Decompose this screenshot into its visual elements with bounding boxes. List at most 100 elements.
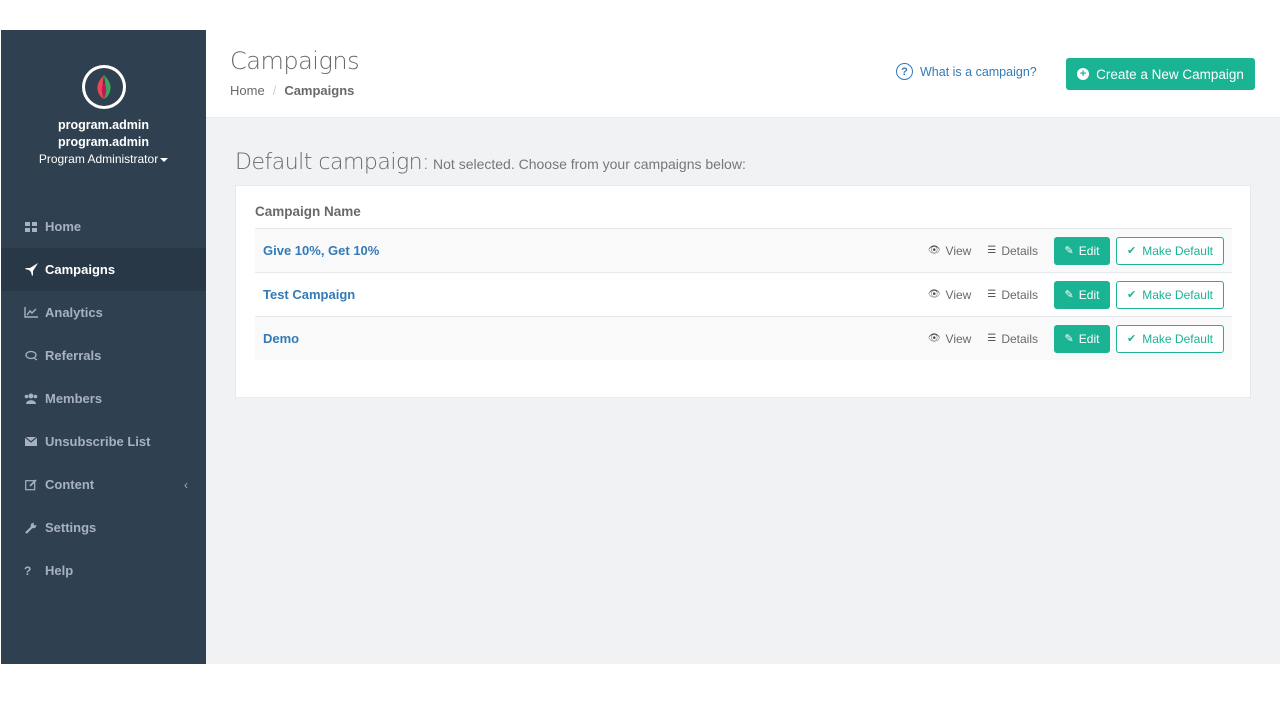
campaigns-table: Give 10%, Get 10% 👁 View ☰ Details ✎ Edit ✔…: [255, 228, 1232, 360]
app-container: program.admin program.admin Program Admi…: [1, 30, 1280, 664]
sidebar-item-home[interactable]: Home: [1, 205, 206, 248]
brand-logo[interactable]: [81, 65, 126, 109]
breadcrumb-current: Campaigns: [284, 83, 355, 98]
sidebar-item-label: Members: [45, 391, 103, 406]
th-large-icon: [24, 220, 38, 234]
list-icon: ☰: [987, 333, 997, 344]
view-label: View: [945, 287, 972, 302]
campaign-name-link[interactable]: Test Campaign: [263, 287, 355, 302]
pencil-icon: ✎: [1064, 333, 1074, 345]
details-label: Details: [1001, 243, 1038, 258]
sidebar-item-campaigns[interactable]: Campaigns: [1, 248, 206, 291]
sidebar: program.admin program.admin Program Admi…: [1, 30, 206, 664]
sidebar-item-label: Analytics: [45, 305, 103, 320]
create-campaign-button[interactable]: + Create a New Campaign: [1066, 58, 1255, 90]
sidebar-item-label: Referrals: [45, 348, 102, 363]
chevron-left-icon: ‹: [184, 477, 188, 492]
breadcrumb-separator: /: [272, 83, 277, 98]
edit-label: Edit: [1078, 331, 1100, 346]
row-actions: 👁 View ☰ Details ✎ Edit ✔ Make Default: [928, 324, 1224, 353]
view-link[interactable]: 👁 View: [928, 332, 972, 346]
table-row: Demo 👁 View ☰ Details ✎ Edit ✔ Make Default: [255, 316, 1232, 360]
view-link[interactable]: 👁 View: [928, 288, 972, 302]
check-icon: ✔: [1127, 289, 1137, 301]
flame-icon: [84, 68, 123, 106]
default-campaign-title: Default campaign:: [235, 150, 430, 175]
view-link[interactable]: 👁 View: [928, 244, 972, 258]
edit-button[interactable]: ✎ Edit: [1054, 324, 1110, 353]
pencil-icon: ✎: [1064, 289, 1074, 301]
users-icon: [24, 392, 38, 406]
question-icon: ?: [24, 563, 32, 578]
pencil-icon: ✎: [1064, 245, 1074, 257]
details-label: Details: [1001, 331, 1038, 346]
sidebar-item-help[interactable]: ? Help: [1, 549, 206, 592]
eye-icon: 👁: [927, 333, 941, 344]
sidebar-item-content[interactable]: Content ‹: [1, 463, 206, 506]
page-title: Campaigns: [230, 47, 360, 75]
sidebar-item-members[interactable]: Members: [1, 377, 206, 420]
breadcrumb-home[interactable]: Home: [230, 83, 265, 98]
rocket-icon: [24, 263, 38, 277]
breadcrumb: Home / Campaigns: [230, 83, 354, 98]
wrench-icon: [24, 521, 38, 535]
make-default-label: Make Default: [1142, 331, 1213, 346]
campaigns-panel: Campaign Name Give 10%, Get 10% 👁 View ☰ D…: [235, 185, 1251, 398]
check-icon: ✔: [1127, 333, 1137, 345]
sidebar-item-label: Home: [45, 219, 82, 234]
eye-icon: 👁: [927, 289, 941, 300]
make-default-label: Make Default: [1142, 243, 1213, 258]
user-role-dropdown[interactable]: Program Administrator: [1, 151, 206, 168]
page-header: Campaigns Home / Campaigns ? What is a cam…: [206, 30, 1280, 118]
details-label: Details: [1001, 287, 1038, 302]
campaign-name-link[interactable]: Demo: [263, 331, 299, 346]
user-name-line2: program.admin: [58, 135, 149, 149]
sidebar-item-referrals[interactable]: Referrals: [1, 334, 206, 377]
user-role-label: Program Administrator: [38, 152, 159, 166]
details-link[interactable]: ☰ Details: [987, 244, 1038, 258]
sidebar-item-settings[interactable]: Settings: [1, 506, 206, 549]
help-link-label: What is a campaign?: [920, 64, 1037, 79]
make-default-button[interactable]: ✔ Make Default: [1116, 280, 1224, 309]
envelope-icon: [24, 435, 38, 449]
sidebar-item-label: Help: [45, 563, 74, 578]
sidebar-nav: Home Campaigns Analytics Referrals Membe…: [1, 205, 206, 592]
list-icon: ☰: [987, 289, 997, 300]
what-is-campaign-link[interactable]: ? What is a campaign?: [896, 63, 1037, 80]
user-name-line1: program.admin: [58, 118, 149, 132]
create-campaign-label: Create a New Campaign: [1096, 66, 1244, 82]
edit-label: Edit: [1078, 287, 1100, 302]
check-icon: ✔: [1127, 245, 1137, 257]
profile-section: program.admin program.admin Program Admi…: [1, 30, 206, 205]
edit-icon: [24, 478, 38, 492]
comments-icon: [24, 349, 38, 363]
make-default-label: Make Default: [1142, 287, 1213, 302]
details-link[interactable]: ☰ Details: [987, 288, 1038, 302]
table-row: Give 10%, Get 10% 👁 View ☰ Details ✎ Edit ✔…: [255, 228, 1232, 272]
edit-button[interactable]: ✎ Edit: [1054, 280, 1110, 309]
sidebar-item-analytics[interactable]: Analytics: [1, 291, 206, 334]
make-default-button[interactable]: ✔ Make Default: [1116, 324, 1224, 353]
line-chart-icon: [24, 306, 38, 320]
view-label: View: [945, 243, 972, 258]
sidebar-item-unsubscribe-list[interactable]: Unsubscribe List: [1, 420, 206, 463]
make-default-button[interactable]: ✔ Make Default: [1116, 236, 1224, 265]
caret-down-icon: [160, 157, 169, 162]
edit-label: Edit: [1078, 243, 1100, 258]
sidebar-item-label: Campaigns: [45, 262, 116, 277]
sidebar-item-label: Content: [45, 477, 95, 492]
question-circle-icon: ?: [896, 63, 913, 80]
sidebar-item-label: Settings: [45, 520, 97, 535]
sidebar-item-label: Unsubscribe List: [45, 434, 151, 449]
campaign-name-link[interactable]: Give 10%, Get 10%: [263, 243, 379, 258]
list-icon: ☰: [987, 245, 997, 256]
view-label: View: [945, 331, 972, 346]
row-actions: 👁 View ☰ Details ✎ Edit ✔ Make Default: [928, 236, 1224, 265]
edit-button[interactable]: ✎ Edit: [1054, 236, 1110, 265]
table-row: Test Campaign 👁 View ☰ Details ✎ Edit ✔ Make…: [255, 272, 1232, 316]
eye-icon: 👁: [927, 245, 941, 256]
details-link[interactable]: ☰ Details: [987, 332, 1038, 346]
default-campaign-status: Not selected. Choose from your campaigns…: [433, 156, 746, 172]
row-actions: 👁 View ☰ Details ✎ Edit ✔ Make Default: [928, 280, 1224, 309]
default-campaign-heading: Default campaign: Not selected. Choose fr…: [235, 150, 746, 175]
